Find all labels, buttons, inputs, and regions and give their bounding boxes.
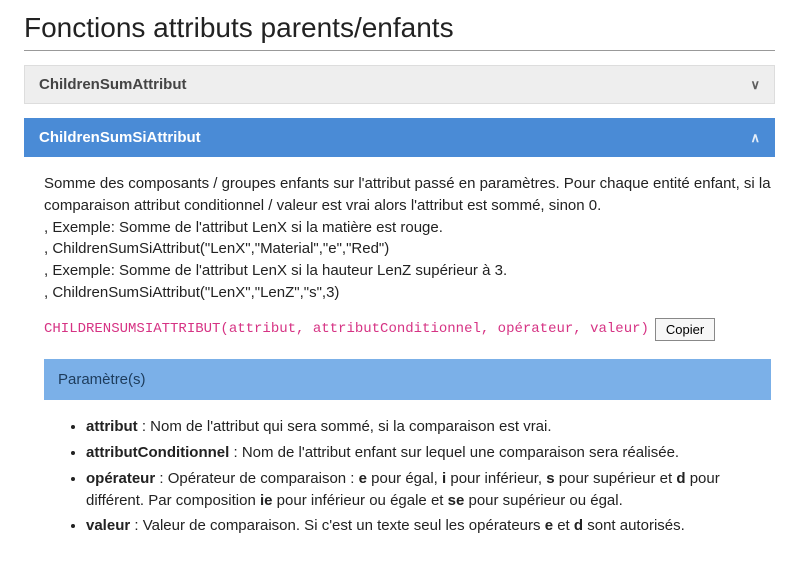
param-pre: : Opérateur de comparaison :	[155, 470, 358, 487]
param-token: d	[676, 470, 685, 487]
param-token: i	[442, 470, 446, 487]
parameters-heading: Paramètre(s)	[44, 359, 771, 401]
param-pre: : Valeur de comparaison. Si c'est un tex…	[130, 517, 544, 534]
description-line: , Exemple: Somme de l'attribut LenX si l…	[44, 217, 771, 239]
param-name: attributConditionnel	[86, 444, 229, 461]
description-line: , Exemple: Somme de l'attribut LenX si l…	[44, 260, 771, 282]
page-title: Fonctions attributs parents/enfants	[24, 12, 775, 44]
section-body: Somme des composants / groupes enfants s…	[24, 157, 775, 537]
param-token: e	[545, 517, 553, 534]
param-token: s	[546, 470, 554, 487]
param-name: attribut	[86, 418, 138, 435]
description-line: , ChildrenSumSiAttribut("LenX","LenZ","s…	[44, 282, 771, 304]
param-desc: : Nom de l'attribut enfant sur lequel un…	[229, 444, 679, 461]
title-rule	[24, 50, 775, 51]
parameter-item: attribut : Nom de l'attribut qui sera so…	[86, 416, 753, 438]
parameters-list: attribut : Nom de l'attribut qui sera so…	[68, 416, 771, 537]
function-signature: CHILDRENSUMSIATTRIBUT(attribut, attribut…	[44, 319, 649, 339]
chevron-up-icon: ∧	[750, 130, 760, 146]
copy-button[interactable]: Copier	[655, 318, 715, 341]
section-childrensumsiattribut[interactable]: ChildrenSumSiAttribut ∧	[24, 118, 775, 157]
param-token: ie	[260, 492, 273, 509]
param-token: se	[448, 492, 465, 509]
param-token: d	[574, 517, 583, 534]
param-desc: e et d sont autorisés.	[545, 517, 685, 534]
parameter-item: opérateur : Opérateur de comparaison : e…	[86, 468, 753, 512]
param-desc: : Nom de l'attribut qui sera sommé, si l…	[138, 418, 552, 435]
section-label: ChildrenSumAttribut	[39, 76, 187, 93]
description-line: , ChildrenSumSiAttribut("LenX","Material…	[44, 238, 771, 260]
param-token: e	[359, 470, 367, 487]
chevron-down-icon: ∨	[750, 77, 760, 93]
parameter-item: valeur : Valeur de comparaison. Si c'est…	[86, 515, 753, 537]
section-label: ChildrenSumSiAttribut	[39, 129, 201, 146]
param-name: valeur	[86, 517, 130, 534]
param-name: opérateur	[86, 470, 155, 487]
description-line: Somme des composants / groupes enfants s…	[44, 173, 771, 217]
section-childrensumattribut[interactable]: ChildrenSumAttribut ∨	[24, 65, 775, 104]
parameter-item: attributConditionnel : Nom de l'attribut…	[86, 442, 753, 464]
